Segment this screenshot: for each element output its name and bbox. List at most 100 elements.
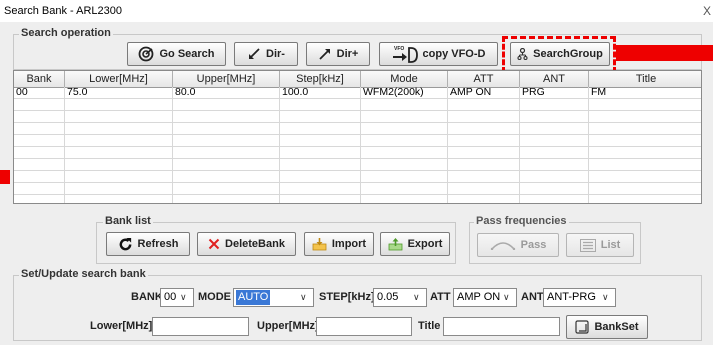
mode-select[interactable]: AUTO ∨: [233, 288, 314, 307]
target-icon: [138, 46, 154, 62]
col-header-bank[interactable]: Bank: [14, 71, 65, 87]
table-cell-empty: [361, 123, 448, 135]
vfo-copy-icon: VFO: [392, 45, 418, 63]
list-button[interactable]: List: [566, 233, 634, 257]
table-cell-empty: [280, 159, 361, 171]
table-row-empty[interactable]: [14, 183, 701, 195]
copy-vfo-label: copy VFO-D: [422, 48, 486, 60]
col-header-lower[interactable]: Lower[MHz]: [65, 71, 173, 87]
cell-bank: 00: [14, 87, 65, 99]
chevron-down-icon: ∨: [180, 292, 187, 302]
cell-att: AMP ON: [448, 87, 520, 99]
refresh-label: Refresh: [137, 238, 179, 250]
import-button[interactable]: Import: [304, 232, 374, 256]
pass-label: Pass: [520, 239, 547, 251]
table-cell-empty: [173, 171, 280, 183]
table-row[interactable]: 00 75.0 80.0 100.0 WFM2(200k) AMP ON PRG…: [14, 87, 701, 99]
ant-select[interactable]: ANT-PRG ∨: [543, 288, 616, 307]
table-row-empty[interactable]: [14, 135, 701, 147]
export-button[interactable]: Export: [380, 232, 450, 256]
table-cell-empty: [520, 99, 589, 111]
table-cell-empty: [280, 147, 361, 159]
table-cell-empty: [520, 135, 589, 147]
refresh-button[interactable]: Refresh: [106, 232, 190, 256]
highlight-dashed-box: [502, 36, 616, 73]
table-cell-empty: [448, 147, 520, 159]
bank-select[interactable]: 00 ∨: [160, 288, 194, 307]
table-cell-empty: [448, 99, 520, 111]
mode-select-value: AUTO: [234, 289, 272, 306]
table-cell-empty: [65, 159, 173, 171]
ant-select-value: ANT-PRG: [547, 291, 596, 303]
set-update-legend: Set/Update search bank: [19, 268, 148, 280]
table-row-empty[interactable]: [14, 111, 701, 123]
col-header-ant[interactable]: ANT: [520, 71, 589, 87]
title-input[interactable]: [443, 317, 560, 336]
col-header-mode[interactable]: Mode: [361, 71, 448, 87]
import-label: Import: [331, 238, 367, 250]
chevron-down-icon: ∨: [413, 292, 420, 302]
table-cell-empty: [361, 135, 448, 147]
table-cell-empty: [65, 147, 173, 159]
bankset-button[interactable]: BankSet: [566, 315, 648, 339]
col-header-att[interactable]: ATT: [448, 71, 520, 87]
go-search-button[interactable]: Go Search: [127, 42, 226, 66]
table-cell-empty: [173, 183, 280, 195]
table-cell-empty: [448, 183, 520, 195]
table-cell-empty: [14, 171, 65, 183]
table-cell-empty: [65, 183, 173, 195]
table-row-empty[interactable]: [14, 195, 701, 203]
table-cell-empty: [65, 195, 173, 203]
dir-plus-label: Dir+: [336, 48, 359, 60]
pass-button[interactable]: Pass: [477, 233, 559, 257]
col-header-title[interactable]: Title: [589, 71, 701, 87]
bank-list-legend: Bank list: [103, 215, 153, 227]
table-cell-empty: [280, 195, 361, 203]
table-cell-empty: [280, 135, 361, 147]
table-row-empty[interactable]: [14, 171, 701, 183]
upper-input[interactable]: [316, 317, 412, 336]
bank-table[interactable]: Bank Lower[MHz] Upper[MHz] Step[kHz] Mod…: [13, 70, 702, 204]
table-cell-empty: [448, 123, 520, 135]
delete-bank-button[interactable]: DeleteBank: [197, 232, 296, 256]
table-cell-empty: [173, 147, 280, 159]
bank-select-value: 00: [164, 291, 177, 303]
table-cell-empty: [361, 111, 448, 123]
table-cell-empty: [448, 111, 520, 123]
copy-vfo-button[interactable]: VFO copy VFO-D: [379, 42, 498, 66]
table-row-empty[interactable]: [14, 99, 701, 111]
cell-title: FM: [591, 87, 607, 98]
svg-text:VFO: VFO: [394, 46, 404, 52]
table-cell-empty: [520, 147, 589, 159]
col-header-step[interactable]: Step[kHz]: [280, 71, 361, 87]
dir-plus-button[interactable]: Dir+: [306, 42, 370, 66]
table-cell-empty: [173, 135, 280, 147]
export-icon: [388, 237, 403, 251]
bank-label: BANK: [131, 291, 163, 303]
table-row-empty[interactable]: [14, 123, 701, 135]
table-cell-empty: [14, 111, 65, 123]
window-title: Search Bank - ARL2300: [4, 5, 123, 17]
cell-mode: WFM2(200k): [361, 87, 448, 99]
step-select[interactable]: 0.05 ∨: [373, 288, 427, 307]
dir-minus-button[interactable]: Dir-: [234, 42, 298, 66]
lower-input[interactable]: [152, 317, 249, 336]
table-cell-empty: [361, 99, 448, 111]
table-cell-empty: [589, 111, 701, 123]
title-bar: Search Bank - ARL2300 X: [0, 0, 713, 22]
col-header-upper[interactable]: Upper[MHz]: [173, 71, 280, 87]
table-row-empty[interactable]: [14, 159, 701, 171]
table-cell-empty: [14, 135, 65, 147]
table-cell-empty: [520, 171, 589, 183]
table-cell-empty: [361, 147, 448, 159]
close-button[interactable]: X: [703, 4, 711, 18]
table-cell-empty: [280, 123, 361, 135]
table-cell-empty: [589, 159, 701, 171]
att-select[interactable]: AMP ON ∨: [453, 288, 517, 307]
bankset-icon: [575, 320, 590, 334]
table-row-empty[interactable]: [14, 147, 701, 159]
table-cell-empty: [520, 159, 589, 171]
table-cell-empty: [280, 171, 361, 183]
pass-arc-icon: [490, 240, 516, 250]
table-cell-empty: [173, 159, 280, 171]
